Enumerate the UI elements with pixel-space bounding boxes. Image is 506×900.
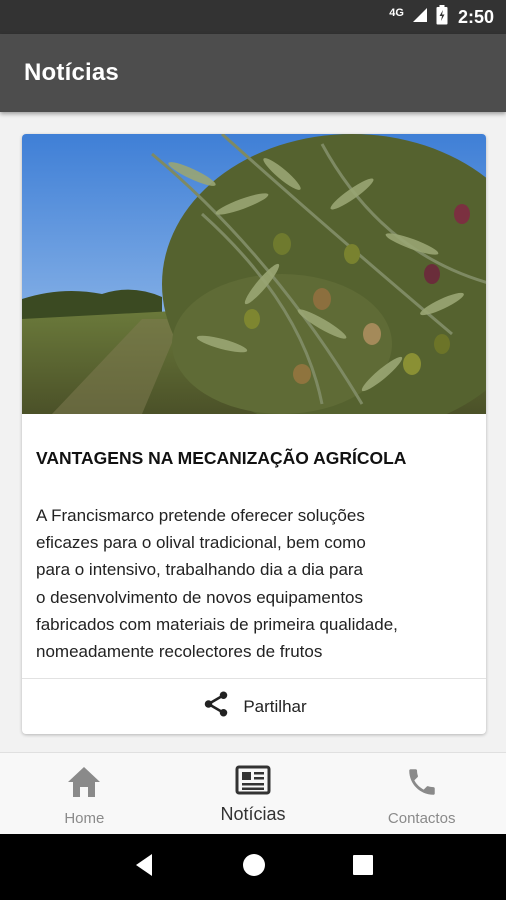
home-icon: [66, 765, 102, 804]
network-type: 4G: [389, 7, 404, 19]
nav-label-home: Home: [64, 810, 105, 827]
status-bar: 4G 2:50: [0, 0, 506, 34]
article-body-line: fabricados com materiais de primeira qua…: [36, 614, 398, 634]
nav-item-home[interactable]: Home: [0, 753, 169, 834]
nav-item-contactos[interactable]: Contactos: [337, 753, 506, 834]
recents-square-icon[interactable]: [352, 854, 374, 881]
share-label: Partilhar: [243, 696, 307, 716]
share-icon: [201, 689, 231, 724]
battery-icon: [436, 4, 448, 30]
page-title: Notícias: [24, 59, 119, 86]
news-card[interactable]: VANTAGENS NA MECANIZAÇÃO AGRÍCOLA A Fran…: [22, 134, 486, 734]
app-bar: Notícias: [0, 34, 506, 112]
phone-icon: [405, 765, 439, 804]
article-body-line: A Francismarco pretende oferecer soluçõe…: [36, 506, 365, 525]
article-title: VANTAGENS NA MECANIZAÇÃO AGRÍCOLA: [36, 448, 407, 468]
nav-label-noticias: Notícias: [220, 804, 286, 824]
article-body-line: para o intensivo, trabalhando dia a dia …: [36, 560, 364, 580]
system-navigation-bar: [0, 834, 506, 900]
back-icon[interactable]: [132, 852, 156, 883]
article-body-line: o desenvolvimento de novos equipamentos: [36, 587, 363, 607]
app-screen: 4G 2:50 Notícias VANTAGENS NA MECANIZAÇÃ…: [0, 0, 506, 900]
news-list[interactable]: VANTAGENS NA MECANIZAÇÃO AGRÍCOLA A Fran…: [0, 112, 506, 752]
home-circle-icon[interactable]: [241, 852, 267, 883]
signal-icon: [412, 7, 428, 28]
article-body-line: nomeadamente recolectores de frutos: [36, 642, 323, 662]
bottom-navigation: Home Notícias Contactos: [0, 752, 506, 834]
nav-item-noticias[interactable]: Notícias: [169, 753, 338, 834]
status-time: 2:50: [457, 6, 494, 27]
nav-label-contactos: Contactos: [387, 810, 456, 827]
share-button[interactable]: Partilhar: [22, 679, 486, 734]
newspaper-icon: [235, 765, 271, 800]
article-body: A Francismarco pretende oferecer soluçõe…: [36, 502, 476, 665]
article-image: [22, 134, 486, 434]
article-body-line: eficazes para o olival tradicional, bem …: [36, 533, 366, 553]
